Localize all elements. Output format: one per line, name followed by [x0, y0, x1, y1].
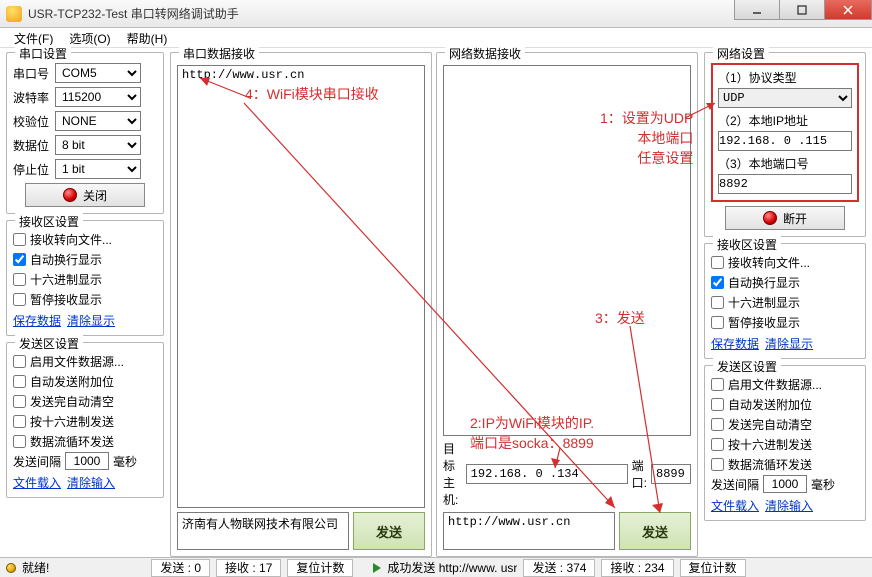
net-tx-settings-group: 发送区设置 启用文件数据源... 自动发送附加位 发送完自动清空 按十六进制发送… — [704, 365, 866, 521]
rx-pause-check[interactable]: 暂停接收显示 — [13, 291, 157, 308]
interval-input[interactable] — [65, 452, 109, 470]
local-ip-label: （2）本地IP地址 — [718, 112, 852, 129]
data-bits-label: 数据位 — [13, 137, 51, 154]
serial-tx-settings-group: 发送区设置 启用文件数据源... 自动发送附加位 发送完自动清空 按十六进制发送… — [6, 342, 164, 498]
serial-close-button[interactable]: 关闭 — [25, 183, 145, 207]
status-reset2[interactable]: 复位计数 — [680, 559, 746, 577]
net-tx-loop-check[interactable]: 数据流循环发送 — [711, 456, 859, 473]
tx-loop-check[interactable]: 数据流循环发送 — [13, 433, 157, 450]
local-port-label: （3）本地端口号 — [718, 155, 852, 172]
tx-auto-suffix-check[interactable]: 自动发送附加位 — [13, 373, 157, 390]
serial-settings-group: 串口设置 串口号COM5 波特率115200 校验位NONE 数据位8 bit … — [6, 52, 164, 214]
app-icon — [6, 6, 22, 22]
net-rx-save-link[interactable]: 保存数据 — [711, 337, 759, 351]
local-port-input[interactable] — [718, 174, 852, 194]
rx-hex-check[interactable]: 十六进制显示 — [13, 271, 157, 288]
local-ip-input[interactable] — [718, 131, 852, 151]
target-host-input[interactable] — [466, 464, 628, 484]
net-rx-group: 网络数据接收 目标主机: 端口: http://www.usr.cn 发送 — [436, 52, 698, 557]
net-rx-clear-link[interactable]: 清除显示 — [765, 337, 813, 351]
serial-tx-textarea[interactable]: 济南有人物联网技术有限公司 — [177, 512, 349, 550]
net-tx-file-load-link[interactable]: 文件载入 — [711, 499, 759, 513]
interval-label: 发送间隔 — [13, 453, 61, 470]
status-led-icon — [6, 563, 16, 573]
stop-bits-select[interactable]: 1 bit — [55, 159, 141, 179]
net-send-button[interactable]: 发送 — [619, 512, 691, 550]
rx-save-link[interactable]: 保存数据 — [13, 314, 61, 328]
rx-clear-link[interactable]: 清除显示 — [67, 314, 115, 328]
serial-send-button[interactable]: 发送 — [353, 512, 425, 550]
net-tx-clear-input-link[interactable]: 清除输入 — [765, 499, 813, 513]
maximize-button[interactable] — [779, 0, 825, 20]
status-ready: 就绪! — [22, 559, 49, 576]
net-rx-hex-check[interactable]: 十六进制显示 — [711, 294, 859, 311]
titlebar: USR-TCP232-Test 串口转网络调试助手 — [0, 0, 872, 28]
tx-clear-input-link[interactable]: 清除输入 — [67, 476, 115, 490]
net-tx-auto-clear-check[interactable]: 发送完自动清空 — [711, 416, 859, 433]
serial-rx-settings-group: 接收区设置 接收转向文件... 自动换行显示 十六进制显示 暂停接收显示 保存数… — [6, 220, 164, 336]
menu-help[interactable]: 帮助(H) — [119, 28, 176, 47]
status-serial-send: 发送 : 0 — [151, 559, 210, 577]
stop-bits-label: 停止位 — [13, 161, 51, 178]
target-port-input[interactable] — [651, 464, 691, 484]
close-button[interactable] — [824, 0, 872, 20]
net-rx-pause-check[interactable]: 暂停接收显示 — [711, 314, 859, 331]
status-net-msg: 成功发送 http://www. usr — [387, 559, 517, 576]
net-rx-auto-wrap-check[interactable]: 自动换行显示 — [711, 274, 859, 291]
proto-select[interactable]: UDP — [718, 88, 852, 108]
tx-from-file-check[interactable]: 启用文件数据源... — [13, 353, 157, 370]
net-disconnect-button[interactable]: 断开 — [725, 206, 845, 230]
serial-port-select[interactable]: COM5 — [55, 63, 141, 83]
tx-auto-clear-check[interactable]: 发送完自动清空 — [13, 393, 157, 410]
serial-rx-group: 串口数据接收 http://www.usr.cn 济南有人物联网技术有限公司 发… — [170, 52, 432, 557]
parity-label: 校验位 — [13, 113, 51, 130]
serial-port-label: 串口号 — [13, 65, 51, 82]
serial-rx-textarea[interactable]: http://www.usr.cn — [177, 65, 425, 508]
baud-select[interactable]: 115200 — [55, 87, 141, 107]
led-red-icon — [763, 211, 777, 225]
net-rx-textarea[interactable] — [443, 65, 691, 436]
play-icon — [373, 563, 381, 573]
target-host-label: 目标主机: — [443, 440, 462, 508]
net-settings-highlight: （1）协议类型 UDP （2）本地IP地址 （3）本地端口号 — [711, 63, 859, 202]
net-interval-input[interactable] — [763, 475, 807, 493]
tx-hex-check[interactable]: 按十六进制发送 — [13, 413, 157, 430]
net-rx-settings-group: 接收区设置 接收转向文件... 自动换行显示 十六进制显示 暂停接收显示 保存数… — [704, 243, 866, 359]
baud-label: 波特率 — [13, 89, 51, 106]
tx-file-load-link[interactable]: 文件载入 — [13, 476, 61, 490]
net-settings-group: 网络设置 （1）协议类型 UDP （2）本地IP地址 （3）本地端口号 断开 — [704, 52, 866, 237]
rx-auto-wrap-check[interactable]: 自动换行显示 — [13, 251, 157, 268]
data-bits-select[interactable]: 8 bit — [55, 135, 141, 155]
status-net-send: 发送 : 374 — [523, 559, 595, 577]
status-net-recv: 接收 : 234 — [601, 559, 673, 577]
net-tx-textarea[interactable]: http://www.usr.cn — [443, 512, 615, 550]
net-tx-hex-check[interactable]: 按十六进制发送 — [711, 436, 859, 453]
net-rx-to-file-check[interactable]: 接收转向文件... — [711, 254, 859, 271]
net-tx-from-file-check[interactable]: 启用文件数据源... — [711, 376, 859, 393]
statusbar: 就绪! 发送 : 0 接收 : 17 复位计数 成功发送 http://www.… — [0, 557, 872, 577]
net-tx-auto-suffix-check[interactable]: 自动发送附加位 — [711, 396, 859, 413]
parity-select[interactable]: NONE — [55, 111, 141, 131]
led-red-icon — [63, 188, 77, 202]
status-serial-recv: 接收 : 17 — [216, 559, 281, 577]
minimize-button[interactable] — [734, 0, 780, 20]
serial-settings-title: 串口设置 — [15, 45, 71, 62]
proto-label: （1）协议类型 — [718, 69, 852, 86]
status-reset1[interactable]: 复位计数 — [287, 559, 353, 577]
target-port-label: 端口: — [632, 457, 647, 491]
rx-to-file-check[interactable]: 接收转向文件... — [13, 231, 157, 248]
window-title: USR-TCP232-Test 串口转网络调试助手 — [28, 5, 239, 22]
